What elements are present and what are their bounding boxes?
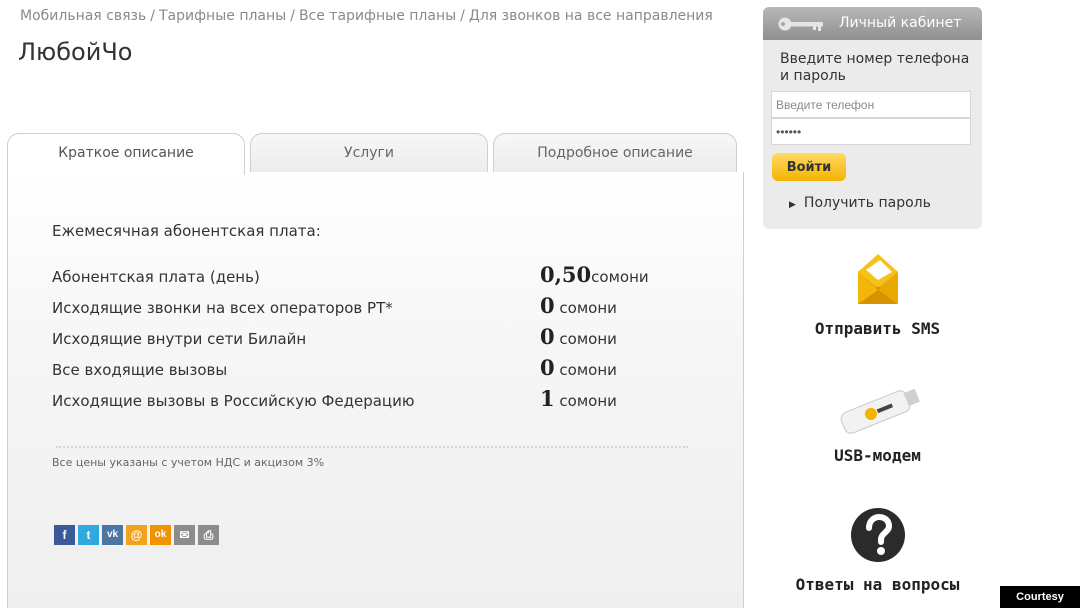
print-share-button[interactable]: ⎙	[198, 525, 219, 545]
breadcrumb-separator: /	[290, 8, 295, 24]
price-unit: сомони	[559, 299, 617, 317]
pricing-heading: Ежемесячная абонентская плата:	[52, 222, 321, 240]
price-row-value: 0 сомони	[540, 324, 617, 349]
question-icon	[850, 508, 905, 562]
price-row-label: Исходящие внутри сети Билайн	[52, 330, 307, 348]
price-row-value: 0,50сомони	[540, 262, 649, 287]
key-icon	[778, 17, 823, 31]
breadcrumb-link-mobile[interactable]: Мобильная связь	[20, 8, 146, 24]
price-row-label: Исходящие вызовы в Российскую Федерацию	[52, 392, 415, 410]
tab-services[interactable]: Услуги	[250, 133, 488, 173]
price-row: Исходящие вызовы в Российскую Федерацию …	[52, 386, 672, 418]
price-row-label: Абонентская плата (день)	[52, 268, 260, 286]
envelope-icon	[857, 254, 898, 304]
vk-share-button[interactable]: vk	[102, 525, 123, 545]
breadcrumb-link-all-tariffs[interactable]: Все тарифные планы	[299, 8, 456, 24]
price-amount: 0	[540, 324, 555, 349]
breadcrumb-separator: /	[150, 8, 155, 24]
faq-link[interactable]: Ответы на вопросы	[770, 505, 985, 594]
price-amount: 1	[540, 386, 555, 411]
tab-detailed-description[interactable]: Подробное описание	[493, 133, 737, 173]
login-title: Личный кабинет	[839, 15, 962, 31]
price-row-value: 0 сомони	[540, 293, 617, 318]
tab-bar: Краткое описание Услуги Подробное описан…	[7, 133, 744, 175]
login-button[interactable]: Войти	[772, 153, 846, 181]
usb-modem-link[interactable]: USB-модем	[770, 378, 985, 465]
faq-caption: Ответы на вопросы	[795, 575, 960, 594]
get-password-label: Получить пароль	[803, 195, 931, 211]
breadcrumb: Мобильная связь / Тарифные планы / Все тариф…	[20, 8, 713, 24]
photo-credit: Courtesy Photo	[1000, 586, 1080, 608]
price-unit: сомони	[559, 361, 617, 379]
send-sms-caption: Отправить SMS	[814, 319, 941, 338]
send-sms-link[interactable]: Отправить SMS	[770, 248, 985, 338]
dotted-divider	[56, 446, 688, 448]
usb-modem-caption: USB-модем	[834, 446, 921, 465]
usb-modem-icon	[840, 389, 920, 434]
price-row-value: 0 сомони	[540, 355, 617, 380]
password-input[interactable]	[771, 118, 971, 145]
breadcrumb-link-tariffs[interactable]: Тарифные планы	[159, 8, 286, 24]
share-bar: f t vk @ ok ✉ ⎙	[54, 525, 219, 545]
facebook-share-button[interactable]: f	[54, 525, 75, 545]
price-amount: 0	[540, 355, 555, 380]
breadcrumb-separator: /	[460, 8, 465, 24]
price-row: Исходящие звонки на всех операторов РТ* …	[52, 293, 672, 325]
login-prompt: Введите номер телефона и пароль	[780, 51, 970, 84]
vat-note: Все цены указаны с учетом НДС и акцизом …	[52, 456, 325, 469]
price-row: Исходящие внутри сети Билайн 0 сомони	[52, 324, 672, 356]
get-password-link[interactable]: ▶ Получить пароль	[789, 195, 931, 211]
price-row: Все входящие вызовы 0 сомони	[52, 355, 672, 387]
price-row: Абонентская плата (день) 0,50сомони	[52, 262, 672, 294]
breadcrumb-link-all-directions[interactable]: Для звонков на все направления	[469, 8, 713, 24]
price-amount: 0	[540, 293, 555, 318]
price-row-label: Все входящие вызовы	[52, 361, 228, 379]
price-unit: сомони	[591, 268, 649, 286]
mailru-share-button[interactable]: @	[126, 525, 147, 545]
price-row-label: Исходящие звонки на всех операторов РТ*	[52, 299, 393, 317]
price-amount: 0,50	[540, 262, 592, 287]
price-unit: сомони	[559, 330, 617, 348]
login-header: Личный кабинет	[763, 7, 982, 40]
twitter-share-button[interactable]: t	[78, 525, 99, 545]
triangle-right-icon: ▶	[789, 200, 796, 210]
login-box: Личный кабинет Введите номер телефона и …	[763, 7, 982, 229]
odnoklassniki-share-button[interactable]: ok	[150, 525, 171, 545]
price-row-value: 1 сомони	[540, 386, 617, 411]
price-unit: сомони	[559, 392, 617, 410]
page-title: ЛюбойЧо	[18, 38, 133, 66]
tab-short-description[interactable]: Краткое описание	[7, 133, 245, 175]
phone-input[interactable]	[771, 91, 971, 118]
email-share-button[interactable]: ✉	[174, 525, 195, 545]
